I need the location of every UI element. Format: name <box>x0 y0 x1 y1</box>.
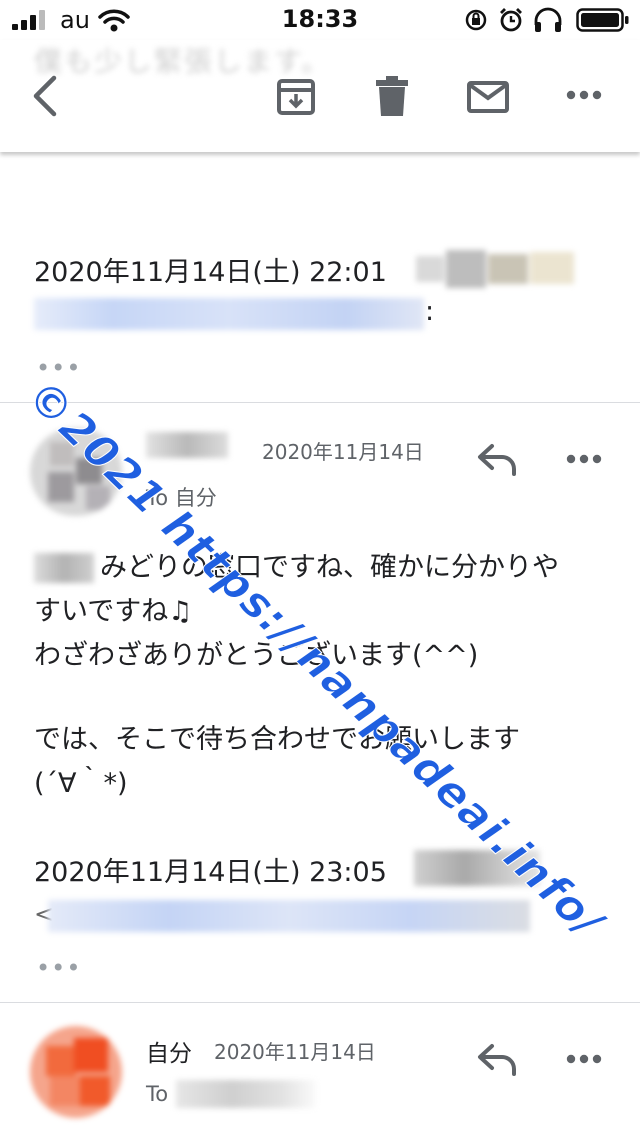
reply-icon[interactable] <box>476 442 518 478</box>
quoted-date: 2020年11月14日(土) 23:05 <box>34 857 387 888</box>
message-body-line: すいですね♫ <box>34 596 193 627</box>
alarm-icon <box>500 8 522 32</box>
message-body-line: わざわざありがとうございます(^^) <box>34 640 479 671</box>
redacted-sender-name <box>146 432 228 458</box>
redacted-address <box>48 900 530 932</box>
address-colon: : <box>425 296 435 327</box>
redacted-sender <box>416 250 574 288</box>
scrolled-subject: 僕も少し緊張します。 <box>34 45 332 78</box>
orientation-lock-icon <box>465 9 487 31</box>
redacted-recipient <box>176 1080 316 1108</box>
more-horizontal-icon[interactable] <box>566 453 602 465</box>
reply-icon[interactable] <box>476 1042 518 1078</box>
divider <box>0 1002 640 1003</box>
more-horizontal-icon[interactable] <box>566 1053 602 1065</box>
recipient-label: To <box>146 1082 169 1106</box>
trash-icon[interactable] <box>374 74 410 118</box>
avatar <box>30 1026 122 1118</box>
redacted-address <box>34 298 424 330</box>
toolbar: 僕も少し緊張します。 <box>0 40 640 152</box>
message-date: 2020年11月14日 <box>262 440 424 464</box>
chevron-left-icon[interactable] <box>28 72 60 120</box>
message-body-line: (´∀｀*) <box>34 768 128 799</box>
sender-name: 自分 <box>146 1041 192 1067</box>
quoted-date: 2020年11月14日(土) 22:01 <box>34 257 387 288</box>
battery-icon <box>576 8 629 32</box>
headphones-icon <box>534 7 562 32</box>
show-quoted-button[interactable]: ••• <box>36 954 81 982</box>
redacted-name <box>34 553 94 583</box>
archive-icon[interactable] <box>276 76 316 116</box>
message-date: 2020年11月14日 <box>214 1040 376 1064</box>
divider <box>0 402 640 403</box>
more-horizontal-icon[interactable] <box>566 89 602 101</box>
envelope-icon[interactable] <box>466 80 510 114</box>
status-bar: au 18:33 <box>0 0 640 40</box>
